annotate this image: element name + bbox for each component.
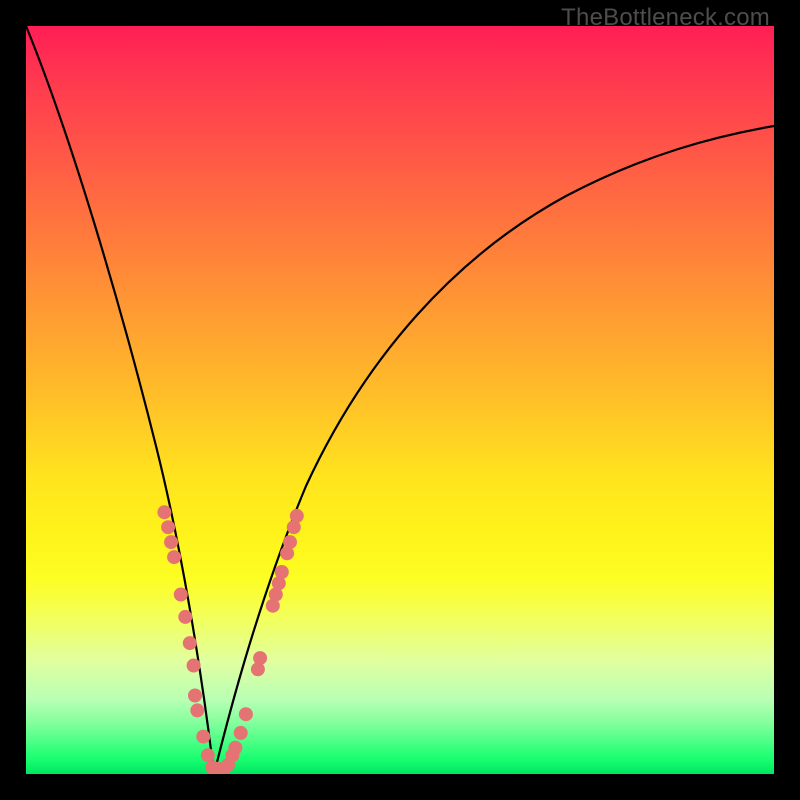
marker-dot	[183, 636, 197, 650]
marker-dot	[275, 565, 289, 579]
marker-dot	[187, 659, 201, 673]
marker-dot	[239, 707, 253, 721]
marker-dot	[157, 505, 171, 519]
marker-dot	[174, 588, 188, 602]
marker-dot	[188, 689, 202, 703]
right-curve	[214, 126, 774, 774]
marker-dot	[196, 730, 210, 744]
marker-dot	[178, 610, 192, 624]
marker-dot	[290, 509, 304, 523]
marker-dot	[234, 726, 248, 740]
watermark-text: TheBottleneck.com	[561, 4, 770, 32]
marker-dot	[253, 651, 267, 665]
marker-dot	[190, 703, 204, 717]
marker-dot	[283, 535, 297, 549]
left-curve	[26, 26, 214, 774]
chart-frame: TheBottleneck.com	[0, 0, 800, 800]
marker-dot	[164, 535, 178, 549]
curve-overlay	[26, 26, 774, 774]
marker-dot	[228, 741, 242, 755]
marker-dot	[161, 520, 175, 534]
marker-dot	[201, 748, 215, 762]
marker-dot	[167, 550, 181, 564]
plot-area	[26, 26, 774, 774]
